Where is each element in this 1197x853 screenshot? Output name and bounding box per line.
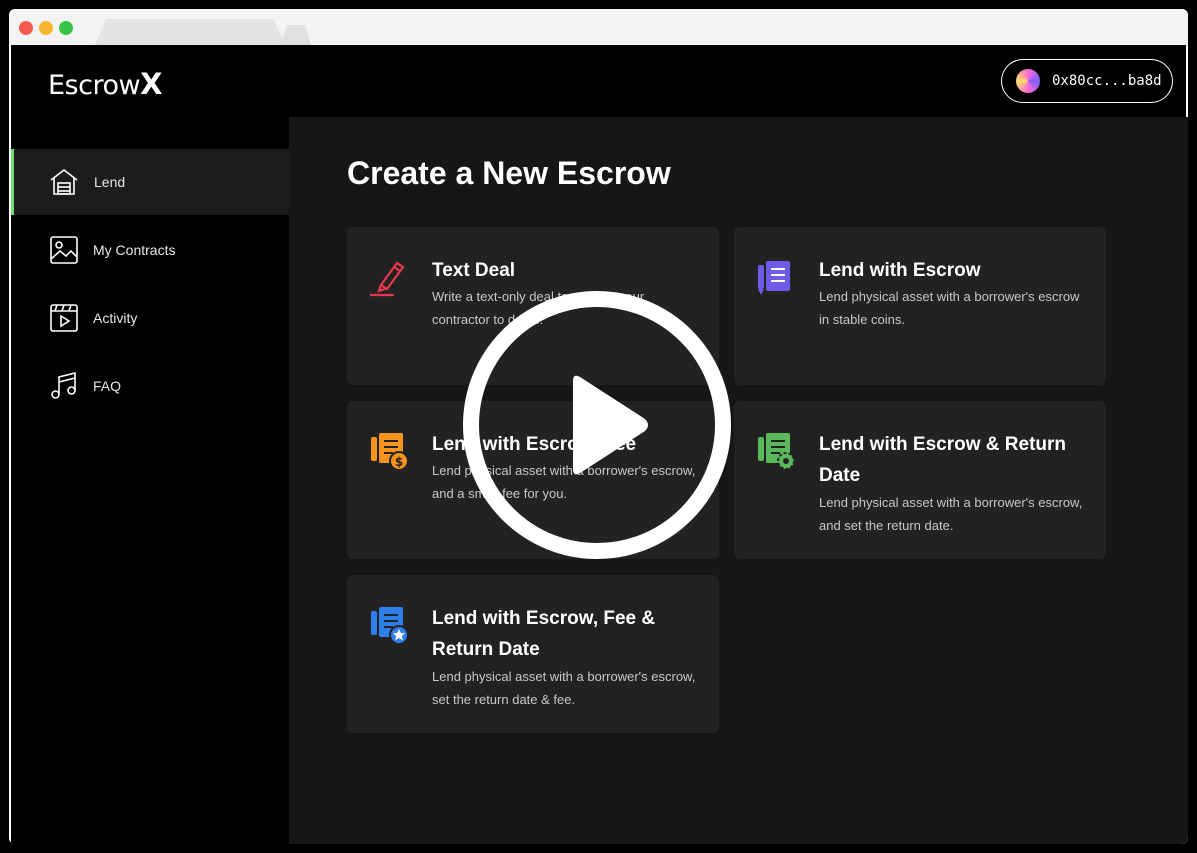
card-title: Lend with Escrow & Return Date	[819, 434, 1067, 486]
sidebar-item-my-contracts[interactable]: My Contracts	[11, 217, 289, 283]
card-title: Text Deal	[432, 260, 516, 281]
new-tab-button[interactable]	[281, 25, 311, 45]
sidebar-item-label: FAQ	[93, 378, 122, 394]
wallet-avatar-icon	[1016, 69, 1040, 93]
sidebar-item-lend[interactable]: Lend	[11, 149, 289, 215]
card-lend-with-escrow-return-date[interactable]: Lend with Escrow & Return Date Lend phys…	[734, 401, 1106, 559]
page-title: Create a New Escrow	[347, 155, 671, 191]
video-icon	[48, 302, 80, 334]
card-description: Lend physical asset with a borrower's es…	[819, 289, 1080, 327]
main-content: Create a New Escrow Text Deal Write a te…	[289, 117, 1188, 844]
sidebar: Lend My Contracts Activity FAQ	[11, 117, 289, 844]
play-video-button[interactable]	[461, 289, 733, 561]
home-icon	[48, 166, 80, 198]
svg-text:$: $	[395, 455, 403, 469]
wallet-button[interactable]: 0x80cc...ba8d	[1001, 59, 1173, 103]
card-description: Lend physical asset with a borrower's es…	[432, 669, 696, 707]
card-lend-with-escrow-fee-return-date[interactable]: Lend with Escrow, Fee & Return Date Lend…	[347, 575, 719, 733]
document-gear-icon	[754, 429, 798, 473]
browser-tab[interactable]	[95, 19, 285, 45]
card-lend-with-escrow[interactable]: Lend with Escrow Lend physical asset wit…	[734, 227, 1106, 385]
header: EscrowX 0x80cc...ba8d	[11, 45, 1186, 117]
logo[interactable]: EscrowX	[48, 67, 162, 101]
image-icon	[48, 234, 80, 266]
close-window-icon[interactable]	[19, 21, 33, 35]
minimize-window-icon[interactable]	[39, 21, 53, 35]
sidebar-item-label: Lend	[94, 174, 126, 190]
pen-icon	[367, 255, 411, 299]
document-icon	[754, 255, 798, 299]
play-icon	[463, 291, 731, 559]
card-description: Lend physical asset with a borrower's es…	[819, 495, 1083, 533]
sidebar-item-label: My Contracts	[93, 242, 176, 258]
document-dollar-icon: $	[367, 429, 411, 473]
sidebar-item-activity[interactable]: Activity	[11, 285, 289, 351]
maximize-window-icon[interactable]	[59, 21, 73, 35]
card-title: Lend with Escrow, Fee & Return Date	[432, 608, 656, 660]
logo-mark: X	[140, 67, 162, 101]
sidebar-item-label: Activity	[93, 310, 138, 326]
browser-window: EscrowX 0x80cc...ba8d Lend My Contracts …	[9, 9, 1188, 844]
music-icon	[48, 370, 80, 402]
document-star-icon	[367, 603, 411, 647]
browser-chrome	[9, 9, 1188, 45]
card-title: Lend with Escrow	[819, 260, 981, 281]
wallet-address: 0x80cc...ba8d	[1052, 73, 1162, 89]
logo-text: Escrow	[48, 70, 141, 101]
sidebar-item-faq[interactable]: FAQ	[11, 353, 289, 419]
